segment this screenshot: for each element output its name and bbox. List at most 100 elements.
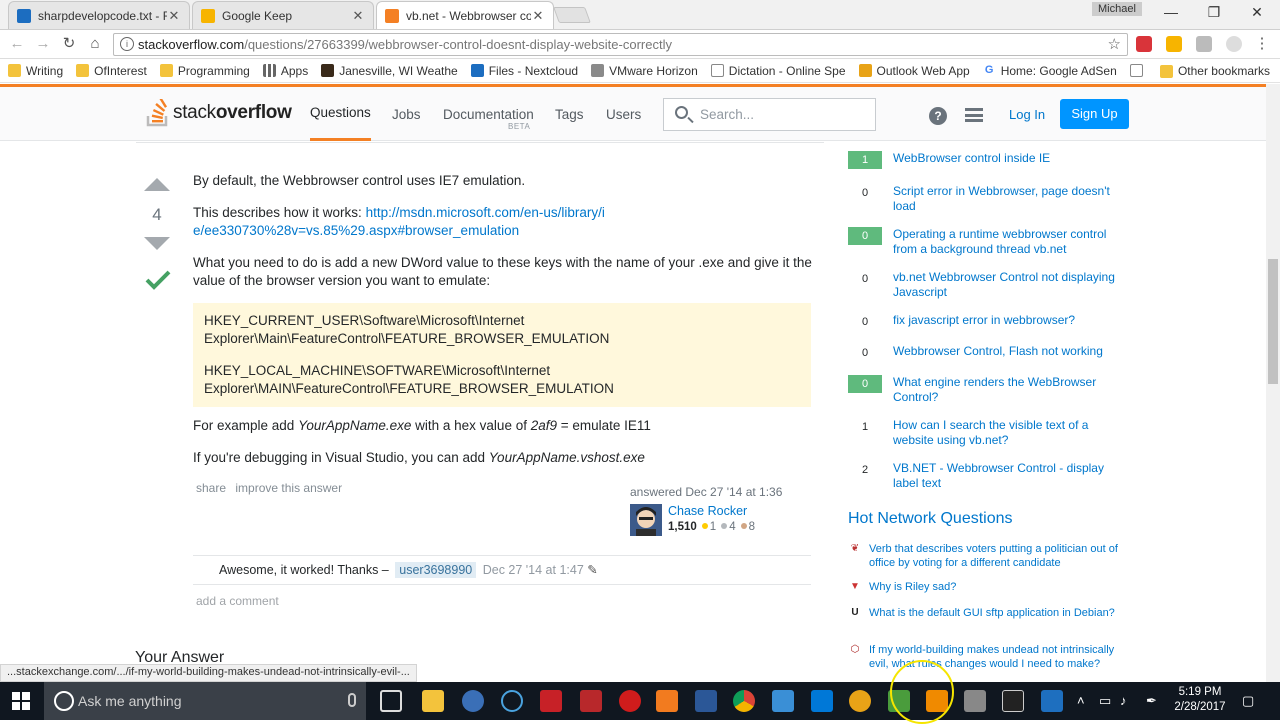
hamburger-menu-icon[interactable] — [965, 108, 983, 122]
page-scrollbar[interactable] — [1266, 84, 1280, 682]
scrollbar-thumb[interactable] — [1268, 259, 1278, 384]
url-bar[interactable]: i stackoverflow.com/questions/27663399/w… — [113, 33, 1128, 56]
extension-icon[interactable] — [1196, 36, 1212, 52]
login-link[interactable]: Log In — [1009, 101, 1045, 129]
adblock-icon[interactable] — [1136, 36, 1152, 52]
browser-tab-1[interactable]: sharpdevelopcode.txt - F ✕ — [8, 1, 190, 29]
app-icon[interactable] — [462, 690, 484, 712]
related-question[interactable]: 0 vb.net Webbrowser Control not displayin… — [848, 270, 1128, 300]
chrome-menu-icon[interactable]: ⋮ — [1253, 35, 1271, 53]
home-icon[interactable]: ⌂ — [86, 35, 104, 53]
chrome-icon[interactable] — [733, 690, 755, 712]
volume-icon[interactable]: ♪ — [1120, 693, 1127, 708]
app-icon[interactable] — [540, 690, 562, 712]
app-icon[interactable] — [1041, 690, 1063, 712]
share-link[interactable]: share — [196, 481, 226, 495]
related-question[interactable]: 1 How can I search the visible text of a … — [848, 418, 1128, 448]
related-question-link[interactable]: vb.net Webbrowser Control not displaying… — [893, 270, 1128, 300]
related-question[interactable]: 0 Operating a runtime webbrowser control … — [848, 227, 1128, 257]
hot-question[interactable]: ⬡ If my world-building makes undead not i… — [848, 643, 1128, 671]
stackoverflow-logo[interactable]: stackoverflow — [146, 99, 292, 127]
opera-icon[interactable] — [619, 690, 641, 712]
close-icon[interactable]: ✕ — [351, 8, 365, 24]
related-question-link[interactable]: fix javascript error in webbrowser? — [893, 313, 1075, 331]
back-icon[interactable]: ← — [8, 35, 26, 53]
related-question-link[interactable]: WebBrowser control inside IE — [893, 151, 1050, 169]
restore-icon[interactable]: ❐ — [1203, 4, 1225, 21]
bookmark-weather[interactable]: Janesville, WI Weathe — [321, 64, 458, 78]
app-icon[interactable] — [656, 690, 678, 712]
extension-icon[interactable] — [1226, 36, 1242, 52]
close-icon[interactable]: ✕ — [531, 8, 545, 24]
bookmark-adsense[interactable]: G Home: Google AdSen — [982, 64, 1117, 78]
related-question-link[interactable]: Webbrowser Control, Flash not working — [893, 344, 1103, 362]
app-icon[interactable] — [501, 690, 523, 712]
comment-user-link[interactable]: user3698990 — [395, 562, 477, 578]
bookmark-dictation[interactable]: Dictation - Online Spe — [710, 64, 846, 78]
network-icon[interactable]: ▭ — [1099, 693, 1111, 709]
bookmark-star-icon[interactable]: ☆ — [1108, 35, 1121, 53]
nav-documentation[interactable]: Documentation — [443, 87, 534, 141]
bookmark-page[interactable] — [1129, 64, 1148, 77]
close-window-icon[interactable]: ✕ — [1246, 4, 1268, 21]
hot-question[interactable]: ▼ Why is Riley sad? — [848, 580, 1128, 594]
bookmark-programming[interactable]: Programming — [159, 64, 250, 78]
bookmark-outlook[interactable]: Outlook Web App — [858, 64, 970, 78]
keep-extension-icon[interactable] — [1166, 36, 1182, 52]
info-icon[interactable]: i — [120, 37, 134, 51]
nav-tags[interactable]: Tags — [555, 87, 584, 141]
app-icon[interactable] — [849, 690, 871, 712]
search-input[interactable]: Search... — [663, 98, 876, 131]
other-bookmarks[interactable]: Other bookmarks — [1159, 64, 1270, 78]
related-question-link[interactable]: VB.NET - Webbrowser Control - display la… — [893, 461, 1128, 491]
related-question-link[interactable]: How can I search the visible text of a w… — [893, 418, 1128, 448]
cortana-search-box[interactable]: Ask me anything — [44, 682, 366, 720]
related-question[interactable]: 1 WebBrowser control inside IE — [848, 151, 1128, 169]
system-clock[interactable]: 5:19 PM 2/28/2017 — [1168, 685, 1232, 715]
related-question-link[interactable]: What engine renders the WebBrowser Contr… — [893, 375, 1128, 405]
browser-tab-2[interactable]: Google Keep ✕ — [192, 1, 374, 29]
add-comment-link[interactable]: add a comment — [196, 594, 279, 608]
related-question[interactable]: 0 fix javascript error in webbrowser? — [848, 313, 1128, 331]
bookmark-nextcloud[interactable]: Files - Nextcloud — [470, 64, 578, 78]
app-icon[interactable] — [772, 690, 794, 712]
improve-link[interactable]: improve this answer — [235, 481, 342, 495]
hot-question-link[interactable]: Verb that describes voters putting a pol… — [869, 542, 1128, 570]
bookmark-ofinterest[interactable]: OfInterest — [76, 64, 147, 78]
pen-icon[interactable]: ✒ — [1146, 693, 1157, 709]
upvote-icon[interactable] — [144, 178, 170, 191]
forward-icon[interactable]: → — [34, 35, 52, 53]
bookmark-writing[interactable]: Writing — [8, 64, 63, 78]
related-question[interactable]: 0 Script error in Webbrowser, page doesn'… — [848, 184, 1128, 214]
tray-overflow-icon[interactable]: ˄ — [1077, 693, 1085, 708]
author-link[interactable]: Chase Rocker — [668, 504, 747, 518]
related-question[interactable]: 2 VB.NET - Webbrowser Control - display l… — [848, 461, 1128, 491]
hot-question-link[interactable]: Why is Riley sad? — [869, 580, 956, 594]
task-view-icon[interactable] — [380, 690, 402, 712]
messenger-icon[interactable] — [811, 690, 833, 712]
profile-name[interactable]: Michael — [1092, 2, 1142, 16]
nav-users[interactable]: Users — [606, 87, 641, 141]
close-icon[interactable]: ✕ — [167, 8, 181, 24]
help-icon[interactable]: ? — [929, 107, 947, 125]
app-icon[interactable] — [964, 690, 986, 712]
related-question-link[interactable]: Operating a runtime webbrowser control f… — [893, 227, 1128, 257]
downvote-icon[interactable] — [144, 237, 170, 250]
hot-question-link[interactable]: What is the default GUI sftp application… — [869, 606, 1115, 620]
file-explorer-icon[interactable] — [422, 690, 444, 712]
filezilla-icon[interactable] — [580, 690, 602, 712]
nav-questions[interactable]: Questions — [310, 87, 371, 141]
bookmark-vmware[interactable]: VMware Horizon — [591, 64, 698, 78]
related-question[interactable]: 0 Webbrowser Control, Flash not working — [848, 344, 1128, 362]
related-question-link[interactable]: Script error in Webbrowser, page doesn't… — [893, 184, 1128, 214]
notifications-icon[interactable]: ▢ — [1242, 693, 1254, 709]
new-tab-button[interactable] — [553, 7, 591, 23]
nav-jobs[interactable]: Jobs — [392, 87, 421, 141]
minimize-icon[interactable]: — — [1160, 4, 1182, 20]
hot-question[interactable]: ❦ Verb that describes voters putting a po… — [848, 542, 1128, 570]
bookmark-apps[interactable]: Apps — [262, 64, 308, 78]
browser-tab-3[interactable]: vb.net - Webbrowser cor ✕ — [376, 1, 554, 29]
word-icon[interactable] — [695, 690, 717, 712]
windows-start-icon[interactable] — [12, 692, 30, 710]
reload-icon[interactable]: ↻ — [60, 35, 78, 53]
